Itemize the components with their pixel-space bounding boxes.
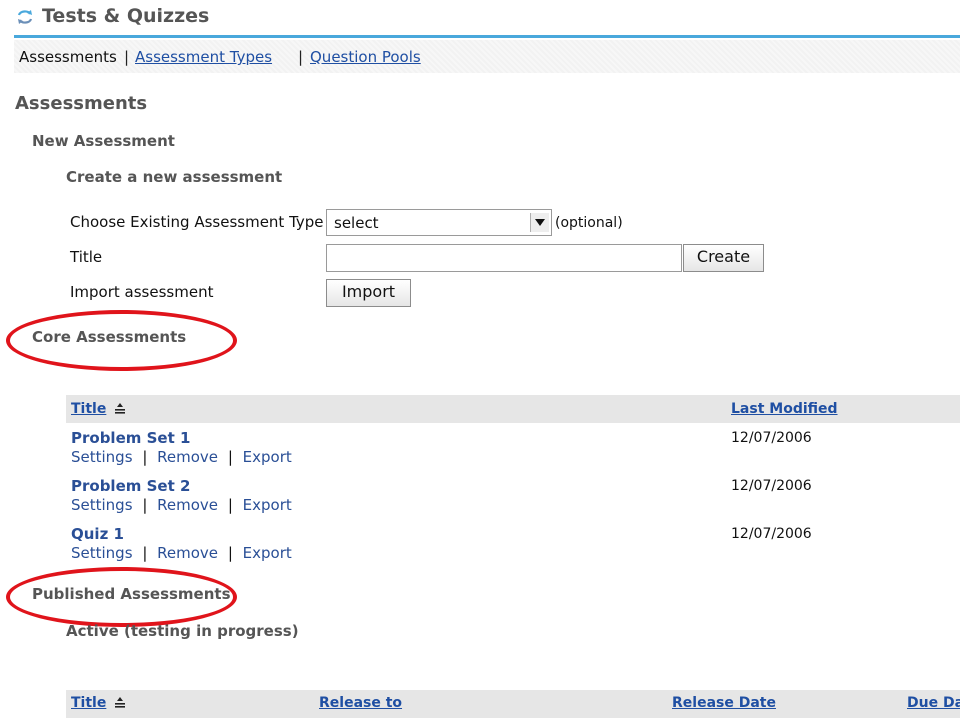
action-separator: | [142, 544, 148, 562]
published-column-title-sort-link[interactable]: Title [71, 695, 106, 711]
nav-separator: | [298, 48, 304, 66]
published-column-due-date-sort-link[interactable]: Due Date [907, 695, 960, 711]
assessment-type-select[interactable]: select [326, 209, 552, 236]
title-divider [14, 35, 960, 38]
sort-ascending-icon[interactable] [114, 696, 126, 708]
sort-ascending-icon[interactable] [114, 402, 126, 414]
page: Tests & Quizzes Assessments | Assessment… [0, 0, 960, 720]
title-input[interactable] [326, 244, 682, 272]
nav-current-assessments: Assessments [19, 48, 117, 66]
core-column-last-modified-sort-link[interactable]: Last Modified [731, 401, 838, 417]
page-title: Assessments [15, 93, 148, 114]
remove-link[interactable]: Remove [157, 544, 218, 562]
nav-link-question-pools[interactable]: Question Pools [310, 48, 421, 66]
assessment-type-label: Choose Existing Assessment Type [70, 213, 324, 231]
published-column-release-to-sort-link[interactable]: Release to [319, 695, 402, 711]
export-link[interactable]: Export [243, 544, 292, 562]
import-assessment-label: Import assessment [70, 283, 214, 301]
published-assessments-heading: Published Assessments [32, 585, 231, 603]
export-link[interactable]: Export [243, 496, 292, 514]
last-modified-date: 12/07/2006 [731, 430, 812, 446]
assessment-title-link[interactable]: Problem Set 1 [71, 429, 190, 447]
assessment-actions: Settings | Remove | Export [71, 448, 292, 466]
assessment-type-select-value: select [334, 214, 379, 232]
active-assessments-subheading: Active (testing in progress) [66, 622, 299, 640]
action-separator: | [227, 544, 233, 562]
remove-link[interactable]: Remove [157, 448, 218, 466]
core-column-title-sort-link[interactable]: Title [71, 401, 106, 417]
published-column-release-date-sort-link[interactable]: Release Date [672, 695, 776, 711]
refresh-arrows-icon [17, 10, 33, 24]
last-modified-date: 12/07/2006 [731, 526, 812, 542]
title-label: Title [70, 248, 103, 266]
import-button[interactable]: Import [326, 279, 411, 307]
create-button[interactable]: Create [683, 244, 764, 272]
nav-link-assessment-types[interactable]: Assessment Types [135, 48, 272, 66]
optional-note: (optional) [555, 215, 623, 231]
published-table-header [66, 690, 960, 718]
assessment-title-link[interactable]: Quiz 1 [71, 525, 124, 543]
remove-link[interactable]: Remove [157, 496, 218, 514]
export-link[interactable]: Export [243, 448, 292, 466]
dropdown-arrow-icon[interactable] [530, 213, 549, 232]
assessment-actions: Settings | Remove | Export [71, 496, 292, 514]
new-assessment-heading: New Assessment [32, 132, 175, 150]
action-separator: | [142, 448, 148, 466]
last-modified-date: 12/07/2006 [731, 478, 812, 494]
assessment-actions: Settings | Remove | Export [71, 544, 292, 562]
nav-separator: | [124, 48, 130, 66]
tool-title: Tests & Quizzes [42, 5, 210, 27]
action-separator: | [142, 496, 148, 514]
settings-link[interactable]: Settings [71, 496, 133, 514]
action-separator: | [227, 496, 233, 514]
settings-link[interactable]: Settings [71, 448, 133, 466]
create-assessment-subheading: Create a new assessment [66, 168, 283, 186]
core-assessments-heading: Core Assessments [32, 328, 187, 346]
settings-link[interactable]: Settings [71, 544, 133, 562]
action-separator: | [227, 448, 233, 466]
assessment-title-link[interactable]: Problem Set 2 [71, 477, 190, 495]
